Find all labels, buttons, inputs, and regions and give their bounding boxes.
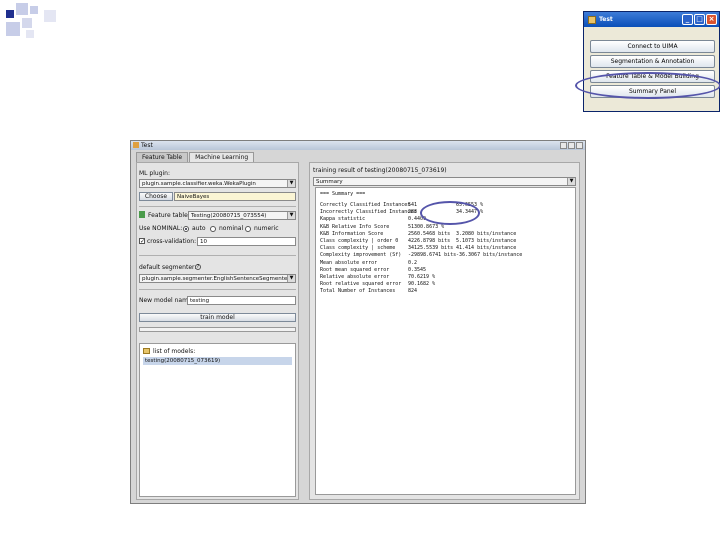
app-icon [588, 15, 596, 24]
folds-input[interactable]: 10 [197, 237, 296, 246]
list-item[interactable]: testing(20080715_073619) [143, 357, 292, 365]
result-value: 51300.8673 % [408, 223, 445, 230]
result-rate: 5.1073 bits/instance [456, 238, 517, 244]
numeric-radio-label: numeric [254, 225, 279, 232]
result-value: 70.6219 % [408, 274, 436, 280]
chevron-down-icon: ▼ [287, 180, 295, 187]
cross-validation-checkbox[interactable]: ✓ [139, 238, 145, 245]
segmenter-label: default segmenter: [139, 264, 197, 271]
result-rate: 41.414 bits/instance [456, 245, 517, 252]
result-value: 824 [408, 288, 418, 295]
close-icon[interactable] [576, 142, 583, 149]
result-key: Total Number of Instances [320, 288, 396, 295]
result-view-dropdown[interactable]: Summary ▼ [313, 177, 576, 186]
segmenter-dropdown[interactable]: plugin.sample.segmenter.EnglishSentenceS… [139, 274, 296, 283]
result-key: Incorrectly Classified Instances [320, 209, 417, 216]
feature-table-icon [139, 211, 145, 218]
nominal-radio[interactable] [210, 226, 216, 232]
app-icon [133, 142, 139, 148]
classifier-field: NaiveBayes [174, 192, 296, 201]
ml-plugin-value: plugin.sample.classifier.weka.WekaPlugin [142, 181, 256, 187]
result-value: 0.3545 [408, 266, 427, 273]
result-value: 2560.5468 bits [408, 230, 451, 237]
result-value: 4226.8798 bits [408, 238, 451, 244]
folder-icon [143, 348, 150, 354]
segmenter-value: plugin.sample.segmenter.EnglishSentenceS… [142, 276, 290, 282]
cross-validation-label: cross-validation: [147, 238, 197, 245]
minimize-icon[interactable]: _ [682, 14, 693, 25]
progress-bar [139, 327, 296, 332]
train-model-button[interactable]: train model [139, 313, 296, 322]
choose-button[interactable]: Choose [139, 192, 173, 201]
results-header: === Summary === [320, 191, 366, 197]
result-value: -29898.6741 bits [408, 252, 457, 259]
tab-machine-learning[interactable]: Machine Learning [189, 152, 255, 162]
divider [139, 206, 296, 207]
nominal-radio-label: nominal [219, 225, 244, 232]
help-icon[interactable]: ? [195, 264, 201, 270]
result-value: 0.2 [408, 259, 418, 266]
ml-plugin-label: ML plugin: [139, 170, 171, 177]
result-key: Root mean squared error [320, 266, 390, 273]
auto-radio-label: auto [192, 225, 206, 232]
result-key: Class complexity | order 0 [320, 238, 399, 244]
result-key: Class complexity | scheme [320, 245, 396, 252]
result-key: Correctly Classified Instances [320, 202, 411, 208]
model-name-label: New model name: [139, 297, 194, 304]
result-key: Kappa statistic [320, 216, 366, 223]
results-text-area: === Summary === Correctly Classified Ins… [315, 187, 576, 495]
result-value: 283 [408, 209, 418, 216]
maximize-icon[interactable]: □ [694, 14, 705, 25]
mini-dialog-title: Test [599, 16, 613, 23]
tab-feature-table[interactable]: Feature Table [136, 152, 189, 162]
machine-learning-window: Test Feature Table Machine Learning ML p… [130, 140, 586, 504]
result-key: Complexity improvement (Sf) [320, 252, 402, 259]
ml-plugin-dropdown[interactable]: plugin.sample.classifier.weka.WekaPlugin… [139, 179, 296, 188]
slide-corner-decoration [0, 0, 60, 50]
result-view-value: Summary [316, 179, 343, 185]
result-key: K&B Information Score [320, 230, 384, 237]
result-key: Mean absolute error [320, 259, 378, 266]
highlight-ellipse [420, 201, 480, 225]
chevron-down-icon: ▼ [287, 212, 295, 219]
feature-table-dropdown[interactable]: Testing(20080715_073554) ▼ [188, 211, 296, 220]
nominal-label: Use NOMINAL: [139, 225, 183, 232]
close-icon[interactable]: × [706, 14, 717, 25]
tab-bar: Feature Table Machine Learning [136, 152, 255, 162]
model-name-input[interactable]: testing [187, 296, 296, 305]
numeric-radio[interactable] [245, 226, 251, 232]
chevron-down-icon: ▼ [287, 275, 295, 282]
models-panel: list of models: testing(20080715_073619) [139, 343, 296, 497]
highlight-ellipse [575, 72, 720, 99]
window-title: Test [141, 142, 153, 149]
settings-pane: ML plugin: plugin.sample.classifier.weka… [136, 162, 299, 500]
result-value: 541 [408, 202, 418, 208]
result-rate: 3.2080 bits/instance [456, 230, 517, 237]
mini-dialog-titlebar: Test _ □ × [584, 12, 719, 27]
result-key: Relative absolute error [320, 274, 390, 280]
result-rate: -36.3067 bits/instance [456, 252, 523, 259]
minimize-icon[interactable] [560, 142, 567, 149]
result-key: Root relative squared error [320, 281, 402, 288]
segmentation-annotation-button[interactable]: Segmentation & Annotation [590, 55, 715, 68]
feature-table-value: Testing(20080715_073554) [191, 213, 267, 219]
window-titlebar: Test [131, 141, 585, 150]
auto-radio[interactable] [183, 226, 189, 232]
connect-uima-button[interactable]: Connect to UIMA [590, 40, 715, 53]
feature-table-label: Feature table: [148, 212, 190, 219]
maximize-icon[interactable] [568, 142, 575, 149]
models-list-label: list of models: [153, 348, 196, 355]
divider [139, 289, 296, 290]
chevron-down-icon: ▼ [567, 178, 575, 185]
divider [139, 255, 296, 256]
training-result-label: training result of testing(20080715_0736… [313, 167, 447, 174]
result-value: 90.1682 % [408, 281, 436, 288]
result-value: 34125.5539 bits [408, 245, 454, 252]
result-key: K&B Relative Info Score [320, 223, 390, 230]
